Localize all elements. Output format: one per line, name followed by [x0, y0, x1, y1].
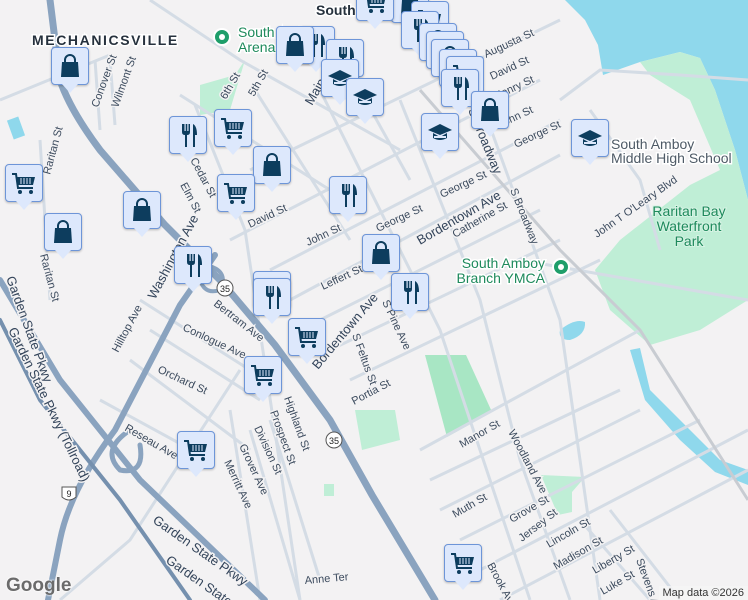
map-marker-shopping-bag[interactable] [44, 213, 82, 259]
map-marker-restaurant[interactable] [391, 273, 429, 319]
grocery-cart-icon [251, 365, 274, 386]
google-logo: Google [6, 575, 72, 596]
grocery-cart-icon [224, 183, 247, 204]
shopping-bag-icon [263, 153, 281, 176]
place-label-mechanicsville: MECHANICSVILLE [32, 32, 179, 48]
map-marker-grocery-cart[interactable] [288, 318, 326, 364]
street-label: Anne Ter [304, 571, 349, 587]
map-marker-shopping-bag[interactable] [276, 26, 314, 72]
svg-text:Waterfront: Waterfront [657, 218, 722, 234]
map-marker-school[interactable] [421, 113, 459, 159]
street-labels: Conover St Wilmont St 6th St 5th St Main… [2, 26, 682, 600]
map-marker-school[interactable] [346, 78, 384, 124]
street-label: John St [304, 222, 343, 249]
map-marker-shopping-bag[interactable] [123, 191, 161, 237]
street-label: Elm St [177, 181, 203, 215]
svg-text:Middle High School: Middle High School [611, 150, 732, 166]
map-marker-shopping-bag[interactable] [362, 234, 400, 280]
grocery-cart-icon [221, 118, 244, 139]
map-marker-grocery-cart[interactable] [5, 164, 43, 210]
map-marker-grocery-cart[interactable] [244, 356, 282, 402]
restaurant-icon [342, 184, 357, 207]
map-marker-school[interactable] [571, 119, 609, 165]
grocery-cart-icon [184, 440, 207, 461]
shopping-bag-icon [133, 198, 151, 221]
street-label: Hilltop Ave [110, 303, 145, 354]
school-icon [353, 89, 377, 105]
route-35-shield: 35 [325, 431, 343, 449]
street-label: Augusta St [482, 27, 536, 61]
street-label: S Broadway [507, 187, 541, 247]
restaurant-icon [182, 124, 197, 147]
grocery-cart-icon [12, 173, 35, 194]
street-label: Woodland Ave [505, 428, 549, 496]
park-field [425, 355, 492, 437]
svg-text:Raritan Bay: Raritan Bay [652, 203, 725, 219]
route-35-shield: 35 [216, 279, 234, 297]
map-marker-restaurant[interactable] [253, 278, 291, 324]
map-marker-grocery-cart[interactable] [214, 109, 252, 155]
svg-text:Branch YMCA: Branch YMCA [457, 270, 546, 286]
map-marker-shopping-bag[interactable] [253, 146, 291, 192]
grocery-cart-icon [295, 327, 318, 348]
water-pool [6, 116, 26, 140]
shopping-bag-icon [372, 241, 390, 264]
street-label: George St [512, 119, 563, 151]
restaurant-icon [187, 254, 202, 277]
map-marker-grocery-cart[interactable] [356, 0, 394, 29]
svg-text:Park: Park [675, 233, 705, 249]
svg-text:35: 35 [329, 436, 339, 446]
map-marker-restaurant[interactable] [169, 116, 207, 162]
water-creek [630, 348, 748, 485]
street-label: Raritan St [41, 125, 65, 175]
street-label: Leffert St [319, 263, 364, 293]
svg-text:Arena: Arena [238, 39, 276, 55]
map-marker-restaurant[interactable] [174, 246, 212, 292]
map-marker-grocery-cart[interactable] [444, 544, 482, 590]
map-marker-shopping-bag[interactable] [51, 47, 89, 93]
shopping-bag-icon [286, 33, 304, 56]
park-tiny [324, 484, 334, 496]
svg-text:9: 9 [66, 489, 71, 499]
shopping-bag-icon [481, 98, 499, 121]
street-label: Orchard St [156, 364, 209, 397]
street-label: Luke St [599, 569, 637, 598]
restaurant-icon [266, 286, 281, 309]
map-marker-shopping-bag[interactable] [471, 91, 509, 137]
restaurant-icon [404, 281, 419, 304]
map-attribution[interactable]: Map data ©2026 [658, 586, 748, 600]
grocery-cart-icon [366, 0, 385, 13]
street-label: George St [374, 203, 425, 235]
map-marker-restaurant[interactable] [329, 176, 367, 222]
restaurant-icon [454, 77, 469, 100]
svg-text:South Amboy: South Amboy [462, 255, 545, 271]
park-small [355, 410, 400, 450]
street-label: Brook Ave [484, 561, 518, 600]
school-icon [578, 130, 602, 146]
school-icon [428, 124, 452, 140]
street-label: 5th St [246, 68, 271, 99]
shopping-bag-icon [61, 54, 79, 77]
us-9-shield: 9 [61, 486, 77, 501]
grocery-cart-icon [451, 553, 474, 574]
svg-text:35: 35 [220, 284, 230, 294]
map-marker-grocery-cart[interactable] [177, 431, 215, 477]
street-label: Raritan St [37, 253, 61, 303]
shopping-bag-icon [54, 220, 72, 243]
map-marker-grocery-cart[interactable] [217, 174, 255, 220]
